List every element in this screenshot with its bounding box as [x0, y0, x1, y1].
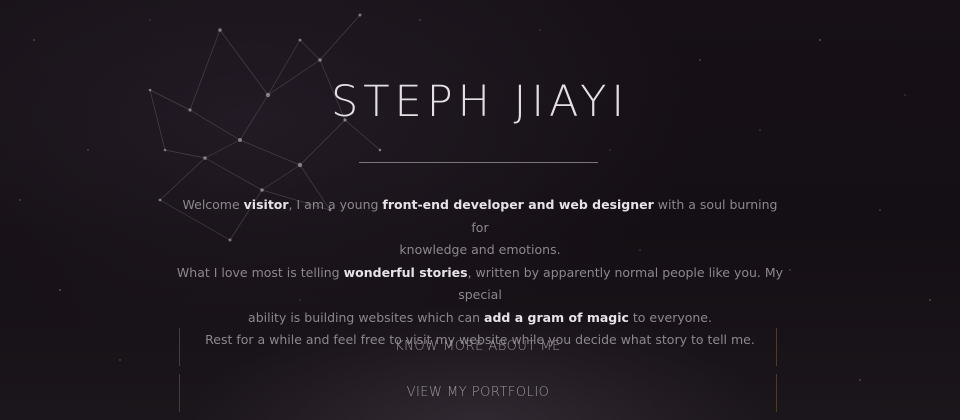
intro-emphasis-magic: add a gram of magic [484, 309, 629, 325]
hero-section: STEPH JIAYI Welcome visitor, I am a youn… [0, 0, 960, 420]
intro-emphasis-stories: wonderful stories [343, 264, 468, 280]
intro-line-3: What I love most is telling wonderful st… [175, 262, 785, 307]
intro-emphasis-role: front-end developer and web designer [382, 197, 654, 212]
intro-text-segment: , written by apparently normal people li… [458, 264, 784, 303]
intro-emphasis-visitor: visitor [243, 197, 289, 212]
intro-text-segment: , I am a young [288, 197, 383, 212]
intro-text-segment: ability is building websites which can [248, 309, 485, 325]
intro-line-4: ability is building websites which can a… [175, 307, 785, 330]
know-more-about-me-label: KNOW MORE ABOUT ME [395, 339, 561, 354]
view-portfolio-button[interactable]: VIEW MY PORTFOLIO [179, 374, 777, 412]
intro-line-2: knowledge and emotions. [399, 242, 561, 257]
intro-text-segment: Welcome [182, 197, 244, 212]
view-portfolio-label: VIEW MY PORTFOLIO [406, 385, 550, 400]
intro-line-1: Welcome visitor, I am a young front-end … [175, 194, 785, 239]
title-divider [359, 162, 598, 163]
intro-text-segment: to everyone. [628, 309, 712, 325]
know-more-about-me-button[interactable]: KNOW MORE ABOUT ME [179, 328, 777, 366]
page-title: STEPH JIAYI [330, 77, 630, 127]
intro-text-segment: What I love most is telling [176, 264, 344, 280]
